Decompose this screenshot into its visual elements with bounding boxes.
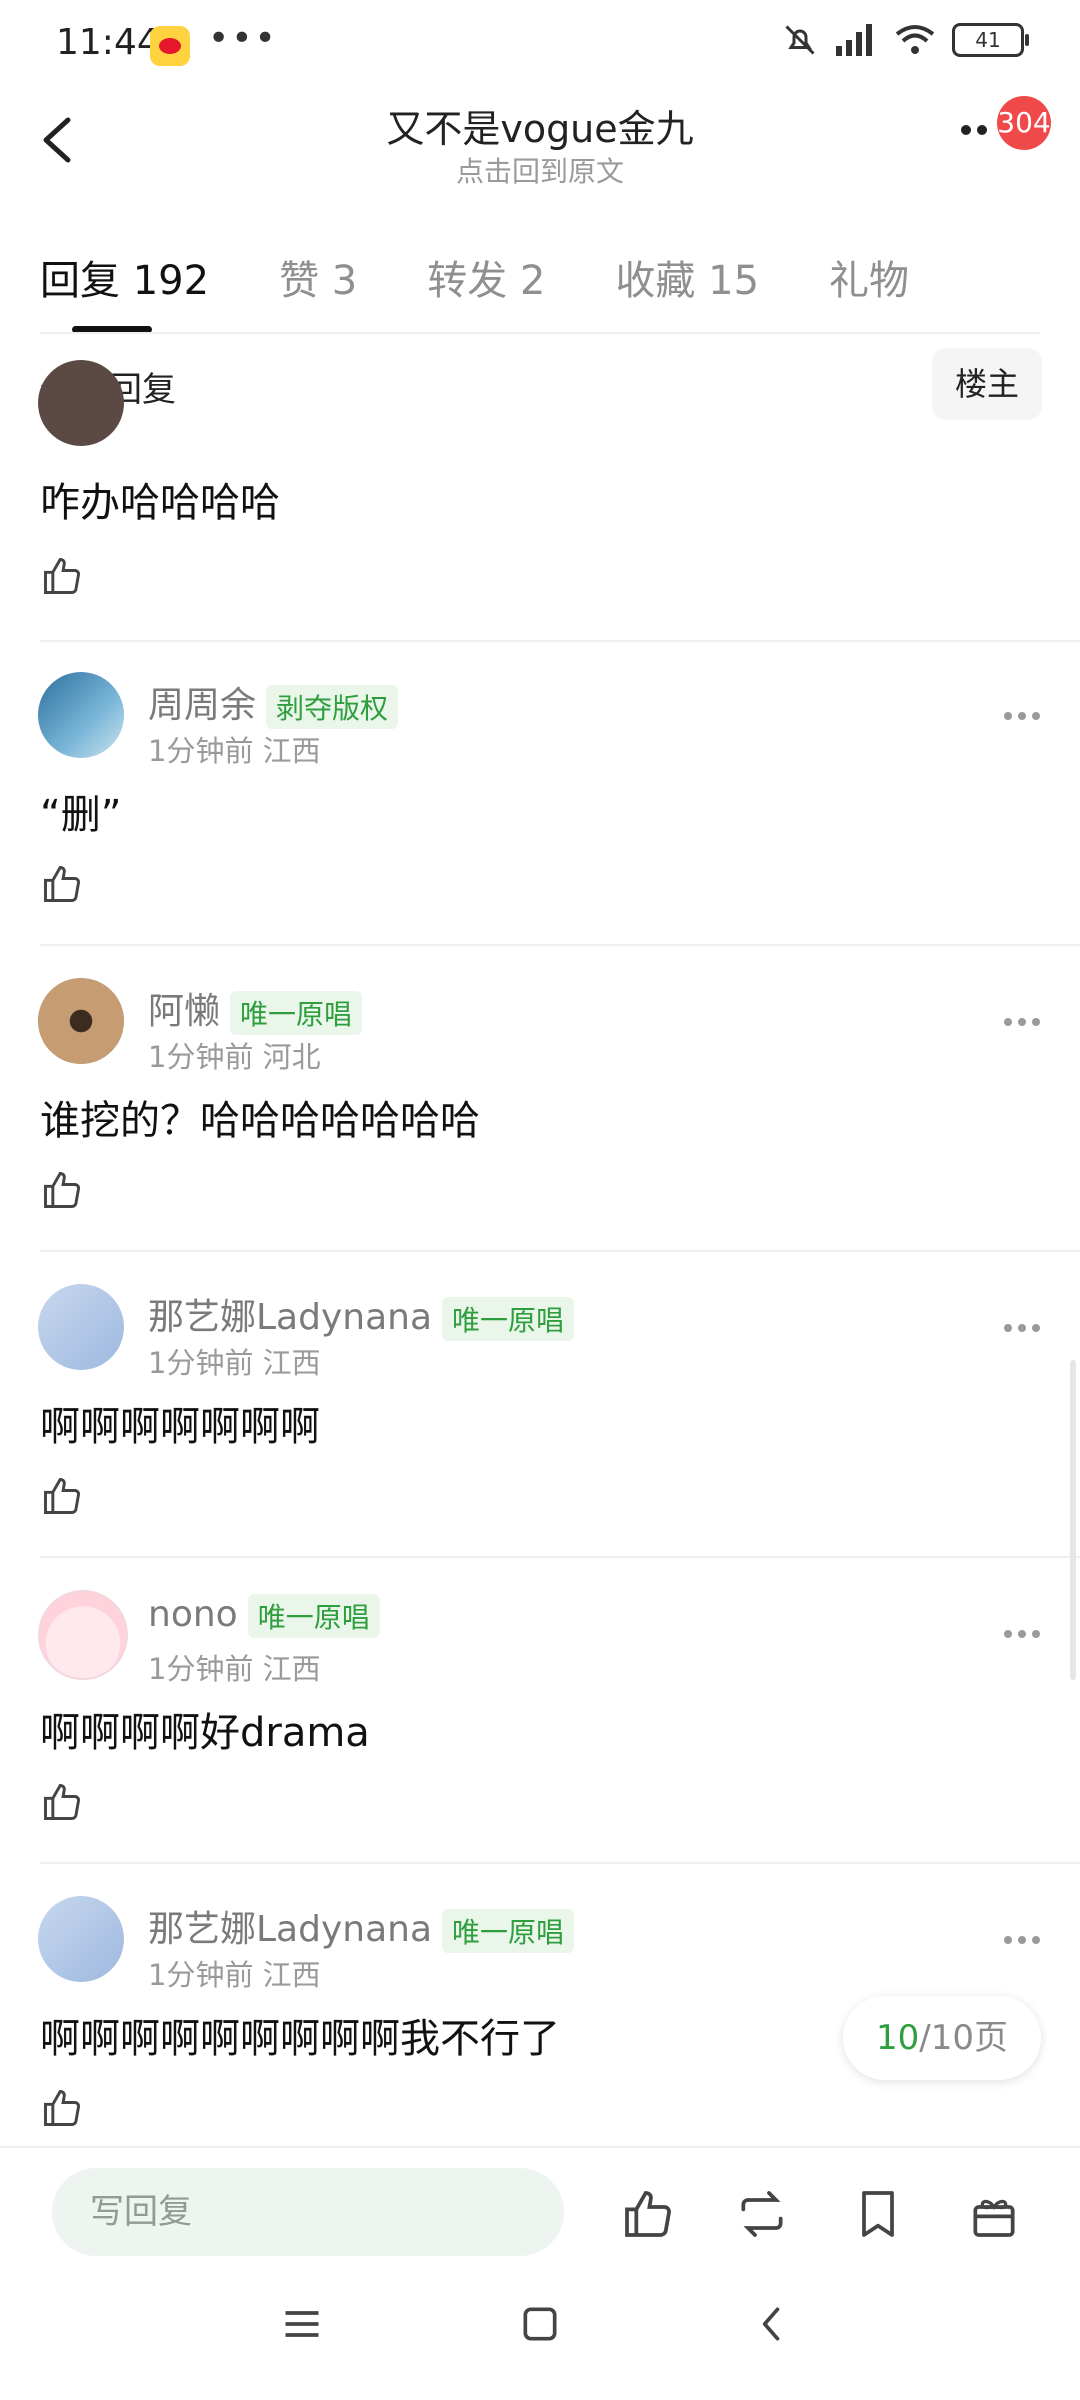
avatar[interactable] xyxy=(38,1284,124,1370)
comment-divider xyxy=(40,1862,1080,1864)
author-name: 周周余 xyxy=(148,685,257,726)
thumbs-up-icon[interactable] xyxy=(40,2086,84,2130)
author-name: 那艺娜Ladynana xyxy=(148,1297,433,1338)
notification-badge: 304 xyxy=(997,96,1051,150)
thumbs-up-icon[interactable] xyxy=(40,554,84,598)
tab-favorites[interactable]: 收藏 15 xyxy=(615,248,759,306)
comment-text: “删” xyxy=(40,792,122,838)
comment-text: 咋办哈哈哈哈 xyxy=(40,480,280,526)
signal-icon xyxy=(836,24,872,56)
gift-icon[interactable] xyxy=(966,2186,1022,2242)
status-more-dots: ••• xyxy=(208,18,278,59)
comment-meta: 1分钟前 江西 xyxy=(148,1958,321,1992)
mute-bell-icon xyxy=(785,25,815,55)
page-title: 又不是vogue金九 xyxy=(386,107,694,151)
like-toolbar-icon[interactable] xyxy=(620,2186,676,2242)
comment-meta: 1分钟前 江西 xyxy=(148,1346,321,1380)
more-horizontal-icon[interactable] xyxy=(1002,1322,1042,1334)
more-horizontal-icon[interactable] xyxy=(1002,1628,1042,1640)
tab-reposts[interactable]: 转发 2 xyxy=(427,248,545,306)
comment-text: 谁挖的？哈哈哈哈哈哈哈 xyxy=(40,1098,480,1144)
status-time: 11:44 xyxy=(56,22,160,63)
author-name: 那艺娜Ladynana xyxy=(148,1909,433,1950)
avatar[interactable] xyxy=(38,672,124,758)
author-name: 阿懒 xyxy=(148,991,221,1032)
user-tag: 唯一原唱 xyxy=(442,1297,575,1341)
user-tag: 唯一原唱 xyxy=(442,1909,575,1953)
comment-text: 啊啊啊啊啊啊啊啊啊我不行了 xyxy=(40,2016,560,2062)
user-tag: 唯一原唱 xyxy=(230,991,363,1035)
more-horizontal-icon[interactable] xyxy=(1002,710,1042,722)
avatar[interactable] xyxy=(38,1590,128,1680)
thumbs-up-icon[interactable] xyxy=(40,1168,84,1212)
nav-back-icon[interactable] xyxy=(750,2302,794,2346)
bookmark-icon[interactable] xyxy=(850,2186,906,2242)
battery-indicator: 41 xyxy=(952,23,1029,57)
scrollbar[interactable] xyxy=(1070,1360,1076,1680)
comment-author[interactable]: 那艺娜Ladynana 唯一原唱 xyxy=(148,1288,575,1341)
comment-author[interactable]: nono 唯一原唱 xyxy=(148,1594,380,1638)
avatar[interactable] xyxy=(38,978,124,1064)
weibo-app-icon xyxy=(150,26,190,66)
repost-icon[interactable] xyxy=(734,2186,790,2242)
comment-author[interactable]: 周周余 剥夺版权 xyxy=(148,676,399,729)
menu-icon[interactable] xyxy=(280,2302,324,2346)
comment-meta: 1分钟前 江西 xyxy=(148,1652,321,1686)
avatar[interactable] xyxy=(38,360,124,446)
page-indicator[interactable]: 10/10页 xyxy=(843,1996,1041,2080)
comment-divider xyxy=(40,1556,1080,1558)
comment-divider xyxy=(40,944,1080,946)
avatar[interactable] xyxy=(38,1896,124,1982)
more-horizontal-icon[interactable] xyxy=(1002,1934,1042,1946)
wifi-icon xyxy=(895,25,935,54)
comment-meta: 1分钟前 河北 xyxy=(148,1040,321,1074)
tab-bar: 回复 192 赞 3 转发 2 收藏 15 礼物 xyxy=(40,248,979,306)
user-tag: 唯一原唱 xyxy=(247,1594,380,1638)
thumbs-up-icon[interactable] xyxy=(40,1780,84,1824)
tab-likes[interactable]: 赞 3 xyxy=(279,248,357,306)
back-to-original-link[interactable]: 点击回到原文 xyxy=(0,150,1080,190)
comment-author[interactable]: 那艺娜Ladynana 唯一原唱 xyxy=(148,1900,575,1953)
comment-meta: 1分钟前 江西 xyxy=(148,734,321,768)
comment-text: 啊啊啊啊啊啊啊 xyxy=(40,1404,320,1450)
status-right-cluster: 41 xyxy=(782,22,1029,58)
reply-input[interactable]: 写回复 xyxy=(52,2168,564,2256)
current-page: 10 xyxy=(876,2018,920,2058)
author-name: nono xyxy=(148,1594,238,1635)
user-tag: 剥夺版权 xyxy=(266,685,399,729)
thumbs-up-icon[interactable] xyxy=(40,862,84,906)
comment-text: 啊啊啊啊好drama xyxy=(40,1710,370,1756)
tab-replies[interactable]: 回复 192 xyxy=(40,248,209,306)
comment-divider xyxy=(40,640,1080,642)
tab-gifts[interactable]: 礼物 xyxy=(829,248,909,306)
tabs-divider xyxy=(40,332,1040,334)
comment-author[interactable]: 阿懒 唯一原唱 xyxy=(148,982,363,1035)
total-pages: /10页 xyxy=(919,2018,1008,2058)
thumbs-up-icon[interactable] xyxy=(40,1474,84,1518)
more-horizontal-icon[interactable] xyxy=(1002,1016,1042,1028)
op-filter-button[interactable]: 楼主 xyxy=(932,348,1042,420)
home-square-icon[interactable] xyxy=(518,2302,562,2346)
comment-divider xyxy=(40,1250,1080,1252)
